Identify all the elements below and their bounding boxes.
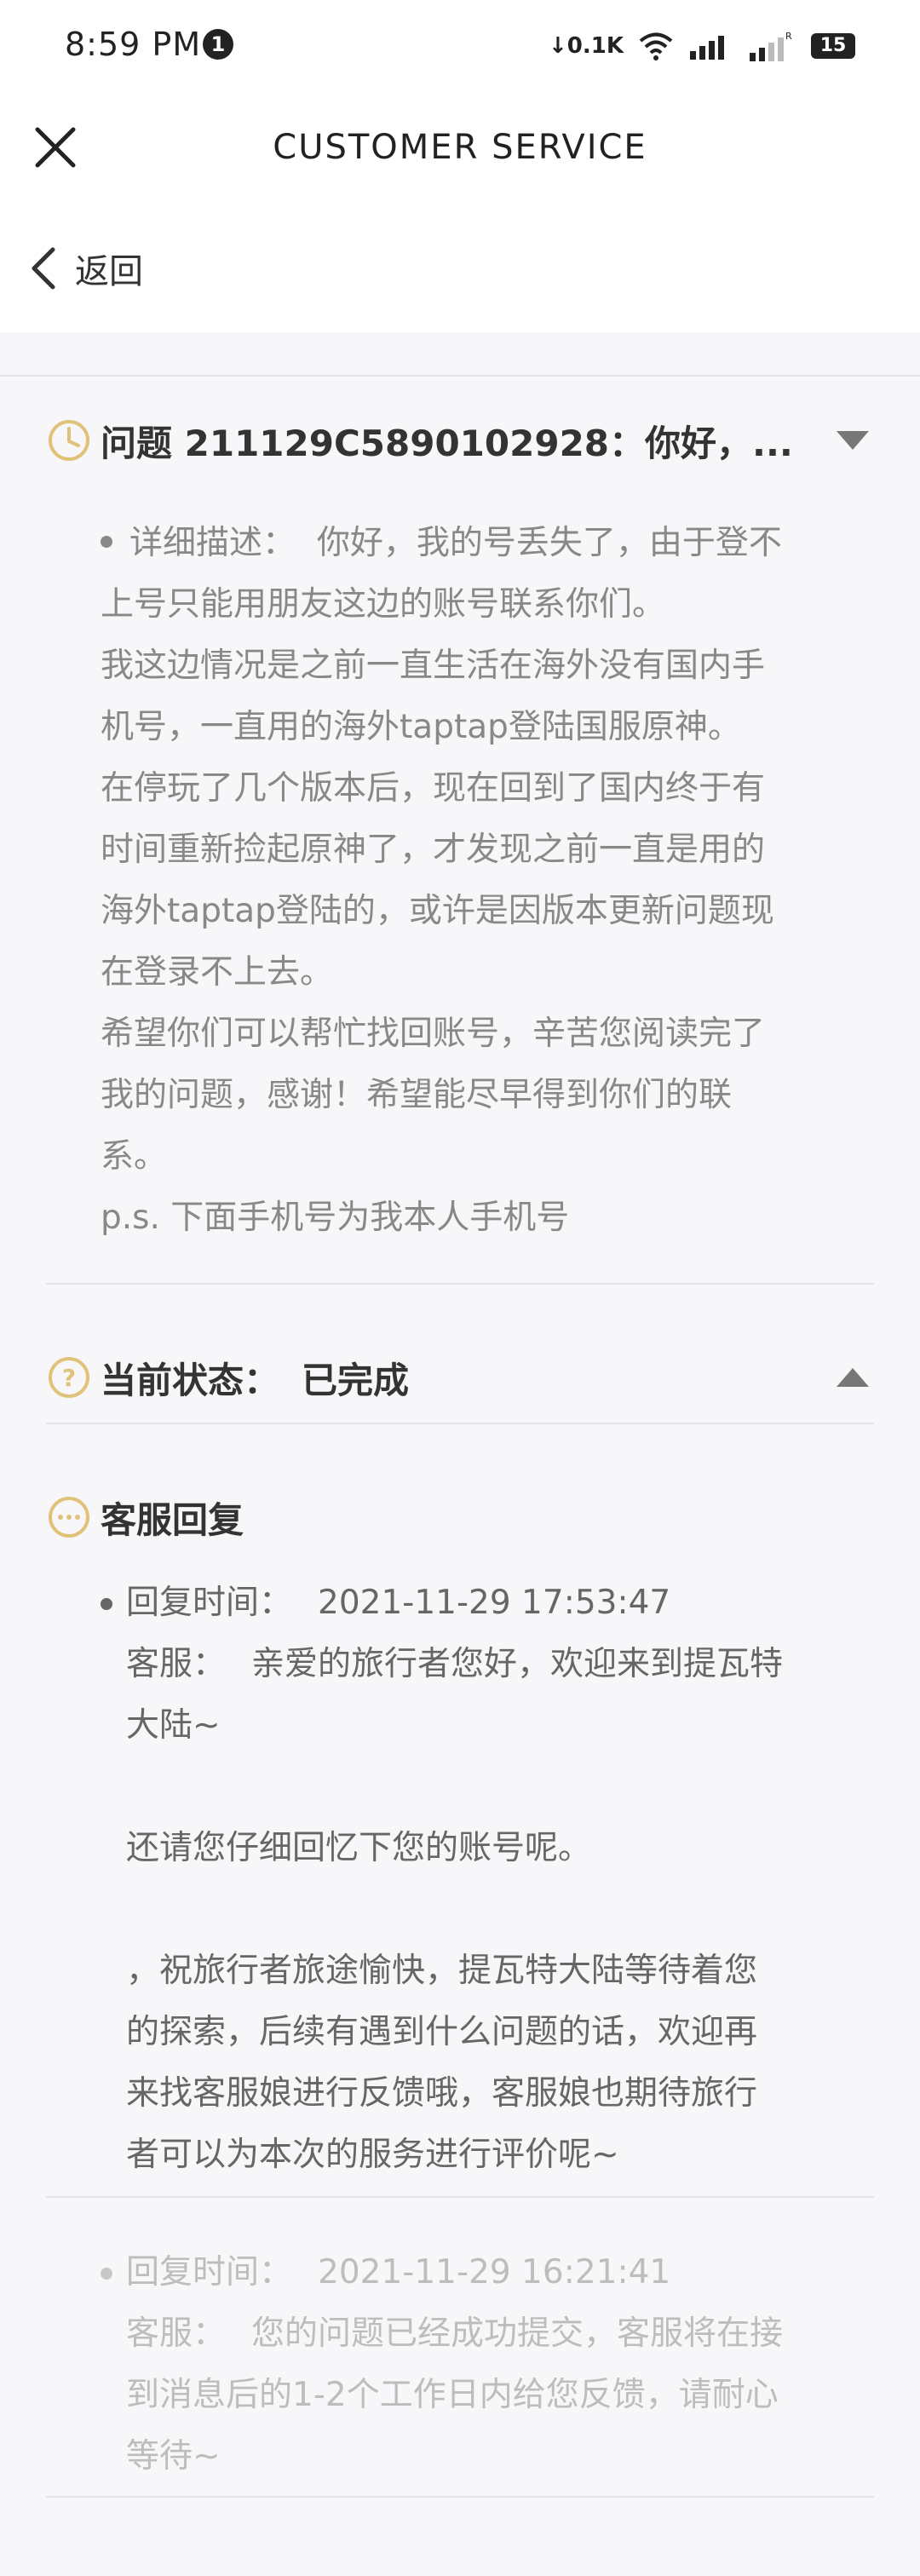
reply-line-blank [126,1879,850,1941]
description-line: 详细描述： 你好，我的号丢失了，由于登不 [101,513,867,574]
status-section[interactable]: ? 当前状态： 已完成 [46,1348,874,1407]
reply-line: 到消息后的1-2个工作日内给您反馈，请耐心 [126,2376,779,2414]
reply-time-label: 回复时间： [126,2253,293,2291]
chevron-left-icon [32,247,55,290]
description-line: 机号，一直用的海外taptap登陆国服原神。 [101,708,741,746]
bullet-dot [101,535,112,548]
description-label: 详细描述： [129,524,296,562]
back-bar: 返回 [0,204,920,332]
agent-label: 客服： [126,2314,227,2353]
reply-line: 大陆~ [126,1706,221,1745]
top-bar: CUSTOMER SERVICE [0,94,920,204]
description-line: 希望你们可以帮忙找回账号，辛苦您阅读完了 [101,1015,766,1053]
signal-icon [690,36,724,60]
reply-line: ，祝旅行者旅途愉快，提瓦特大陆等待着您 [126,1952,758,1990]
description-line: 我这边情况是之前一直生活在海外没有国内手 [101,647,766,685]
status-label: 当前状态： [101,1359,280,1401]
svg-text:?: ? [62,1364,76,1392]
reply-line: 来找客服娘进行反馈哦，客服娘也期待旅行 [126,2074,758,2113]
status-value: 已完成 [302,1359,410,1401]
description-line: 上号只能用朋友这边的账号联系你们。 [101,585,666,624]
description-line: 在停玩了几个版本后，现在回到了国内终于有 [101,769,766,808]
clock-icon [49,420,89,461]
signal-roaming-icon: R [750,31,792,61]
back-button[interactable]: 返回 [26,239,143,298]
download-arrow-icon: ↓ [548,33,567,59]
reply-divider [46,2496,874,2498]
reply-line: 客服： 您的问题已经成功提交，客服将在接 [126,2314,784,2353]
status-text: 当前状态： 已完成 [101,1352,831,1404]
question-header[interactable]: 问题 211129C5890102928：你好，... [46,411,874,470]
notification-badge: 1 [203,29,233,60]
section-divider [46,1423,874,1424]
question-description: 详细描述： 你好，我的号丢失了，由于登不 上号只能用朋友这边的账号联系你们。 我… [101,513,867,1249]
chevron-up-icon[interactable] [831,1356,874,1399]
reply-time: 2021-11-29 16:21:41 [318,2253,671,2291]
net-speed-text: 0.1K [566,33,624,59]
description-line: 我的问题，感谢！希望能尽早得到你们的联 [101,1076,733,1114]
battery-indicator: 15 [811,33,855,59]
svg-text:R: R [785,31,792,42]
chevron-down-icon[interactable] [831,419,874,462]
section-divider [46,1283,874,1285]
reply-line-blank [126,1757,850,1818]
reply-item: 回复时间： 2021-11-29 17:53:47 客服： 亲爱的旅行者您好，欢迎来… [101,1573,850,2186]
description-line: 在登录不上去。 [101,953,334,992]
reply-line: 等待~ [126,2437,221,2475]
chat-dots-icon [49,1497,89,1538]
back-label: 返回 [75,252,143,291]
description-line: p.s. 下面手机号为我本人手机号 [101,1199,570,1237]
reply-time: 2021-11-29 17:53:47 [318,1584,671,1622]
reply-divider [46,2196,874,2198]
reply-line: 的探索，后续有遇到什么问题的话，欢迎再 [126,2013,758,2051]
status-icons: ↓0.1K R 15 [549,29,855,63]
description-line: 时间重新捡起原神了，才发现之前一直是用的 [101,831,766,869]
status-time: 8:59 PM [65,26,202,63]
reply-time-label: 回复时间： [126,1584,293,1622]
reply-line: 者可以为本次的服务进行评价呢~ [126,2136,619,2174]
description-line: 海外taptap登陆的，或许是因版本更新问题现 [101,892,774,930]
page-title: CUSTOMER SERVICE [273,128,647,167]
status-bar: 8:59 PM 1 ↓0.1K R 15 [0,0,920,94]
agent-label: 客服： [126,1645,227,1683]
reply-item: 回复时间： 2021-11-29 16:21:41 客服： 您的问题已经成功提交，客… [101,2242,850,2487]
reply-line: 客服： 亲爱的旅行者您好，欢迎来到提瓦特 [126,1645,784,1683]
replies-header: 客服回复 [46,1487,874,1547]
download-speed-indicator: ↓0.1K [549,33,624,59]
bullet-dot [101,1598,112,1610]
ticket-detail: 问题 211129C5890102928：你好，... 详细描述： 你好，我的号… [0,377,920,2576]
question-title: 问题 211129C5890102928：你好，... [101,422,793,464]
bullet-dot [101,2268,112,2280]
reply-line: 还请您仔细回忆下您的账号呢。 [126,1829,592,1867]
reply-time-row: 回复时间： 2021-11-29 16:21:41 [126,2242,850,2303]
wifi-icon [639,32,673,60]
question-mark-icon: ? [49,1357,89,1398]
reply-time-row: 回复时间： 2021-11-29 17:53:47 [126,1573,850,1634]
replies-title: 客服回复 [101,1498,244,1541]
description-line: 系。 [101,1137,168,1176]
